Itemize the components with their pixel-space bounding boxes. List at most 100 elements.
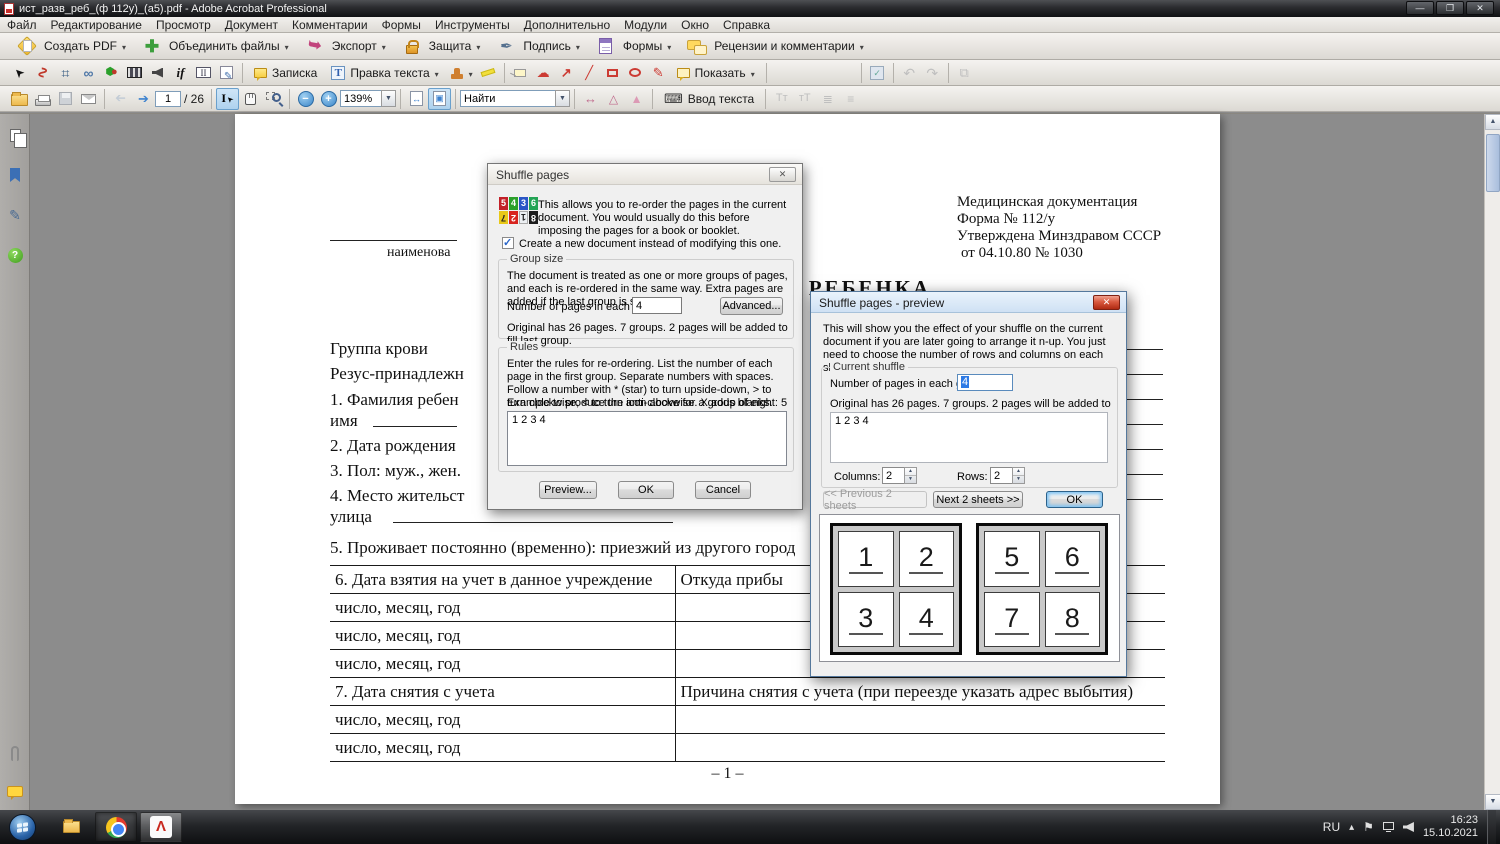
columns-input[interactable]	[882, 467, 905, 484]
language-indicator[interactable]: RU	[1323, 820, 1340, 834]
start-button[interactable]	[9, 813, 36, 841]
pages-per-group-input[interactable]	[632, 297, 682, 314]
receive-review-button[interactable]: ↷	[921, 62, 944, 84]
minimize-button[interactable]: —	[1406, 1, 1434, 15]
line-spacing-button[interactable]: ≣	[816, 88, 839, 110]
pencil-tool[interactable]: ✎	[647, 62, 670, 84]
hand-tool[interactable]	[239, 88, 262, 110]
callout-tool[interactable]	[509, 62, 532, 84]
select-tool[interactable]: I ➤	[216, 87, 240, 110]
stamp-tool[interactable]	[446, 62, 469, 84]
preview-button[interactable]: Preview...	[539, 481, 597, 499]
movie-tool[interactable]	[123, 62, 146, 84]
spell-check-button[interactable]: ✓	[866, 62, 889, 84]
menu-help[interactable]: Справка	[716, 18, 777, 32]
attachments-panel-button[interactable]	[6, 744, 24, 762]
touchup-object-tool[interactable]: ✎	[215, 62, 238, 84]
copy-pages-button[interactable]: ⧉	[953, 62, 976, 84]
typewriter-tool[interactable]: ⌨ Ввод текста	[657, 90, 761, 108]
line-tool[interactable]: ╱	[578, 62, 601, 84]
advanced-button[interactable]: Advanced...	[720, 297, 783, 315]
page-number-input[interactable]	[155, 90, 181, 107]
highlight-tool[interactable]	[477, 62, 500, 84]
select-object-tool[interactable]: ➤	[8, 62, 31, 84]
zoom-out-button[interactable]: −	[294, 88, 317, 110]
fit-width-button[interactable]: ↔	[405, 88, 428, 110]
sticky-note-tool[interactable]: Записка	[247, 64, 324, 82]
restore-button[interactable]: ❐	[1436, 1, 1464, 15]
dropdown-arrow-icon[interactable]: ▼	[381, 90, 397, 107]
taskbar-explorer-button[interactable]	[50, 812, 92, 842]
link-tool[interactable]: ∞	[77, 62, 100, 84]
menu-advanced[interactable]: Дополнительно	[517, 18, 617, 32]
scroll-up-button[interactable]: ▲	[1485, 114, 1500, 130]
dropdown-arrow-icon[interactable]: ▼	[555, 90, 571, 107]
sound-tool[interactable]	[146, 62, 169, 84]
taskbar-acrobat-button[interactable]: Λ	[140, 812, 182, 842]
menu-forms[interactable]: Формы	[375, 18, 428, 32]
rows-spinner[interactable]: ▲ ▼	[1012, 467, 1025, 484]
pages-panel-button[interactable]	[6, 126, 27, 148]
find-input[interactable]	[460, 90, 557, 107]
dialog-close-button[interactable]: ✕	[1093, 295, 1120, 310]
paragraph-spacing-button[interactable]: ≡	[839, 88, 862, 110]
zoom-level-combo[interactable]: ▼	[340, 90, 397, 107]
fit-page-button[interactable]: ▣	[428, 87, 452, 110]
rectangle-tool[interactable]	[601, 62, 624, 84]
decrease-text-size-button[interactable]: Tт	[770, 88, 793, 110]
columns-spinner[interactable]: ▲ ▼	[904, 467, 917, 484]
area-tool[interactable]: ▲	[625, 88, 648, 110]
menu-window[interactable]: Окно	[674, 18, 716, 32]
show-comments-button[interactable]: Показать	[670, 64, 762, 82]
new-document-checkbox[interactable]	[502, 236, 514, 249]
touchup-text-tool[interactable]: if	[169, 62, 192, 84]
network-icon[interactable]	[1382, 822, 1394, 832]
bookmarks-panel-button[interactable]	[6, 166, 24, 184]
menu-document[interactable]: Документ	[218, 18, 285, 32]
secure-button[interactable]: Защита	[393, 33, 488, 59]
review-comment-button[interactable]: Рецензии и комментарии	[678, 33, 870, 59]
save-button[interactable]	[54, 88, 77, 110]
close-button[interactable]: ✕	[1466, 1, 1494, 15]
taskbar-chrome-button[interactable]	[95, 812, 137, 842]
zoom-level-input[interactable]	[340, 90, 383, 107]
zoom-in-button[interactable]: +	[317, 88, 340, 110]
signatures-panel-button[interactable]: ✎	[6, 206, 24, 224]
increase-text-size-button[interactable]: тТ	[793, 88, 816, 110]
menu-edit[interactable]: Редактирование	[44, 18, 149, 32]
email-button[interactable]	[77, 88, 100, 110]
forms-button[interactable]: Формы	[587, 33, 678, 59]
create-pdf-button[interactable]: Создать PDF	[8, 33, 133, 59]
rows-input[interactable]	[990, 467, 1013, 484]
show-desktop-button[interactable]	[1487, 810, 1496, 844]
howto-panel-button[interactable]: ?	[6, 246, 24, 264]
previous-view-button[interactable]: ➔	[109, 88, 132, 110]
crop-tool[interactable]: ⌗	[54, 62, 77, 84]
textbox-tool[interactable]: II	[192, 62, 215, 84]
menu-view[interactable]: Просмотр	[149, 18, 218, 32]
cloud-tool[interactable]: ☁	[532, 62, 555, 84]
menu-plugins[interactable]: Модули	[617, 18, 674, 32]
sign-button[interactable]: ✒ Подпись	[487, 33, 587, 59]
export-button[interactable]: ➥ Экспорт	[296, 33, 393, 59]
rules-input[interactable]: 1 2 3 4	[507, 411, 787, 466]
combine-files-button[interactable]: ✚ Объединить файлы	[133, 33, 296, 59]
arrow-tool[interactable]: ↗	[555, 62, 578, 84]
pages-per-group-input[interactable]: 4	[957, 374, 1013, 391]
oval-tool[interactable]	[624, 62, 647, 84]
perimeter-tool[interactable]: △	[602, 88, 625, 110]
dialog-title-bar[interactable]: Shuffle pages - preview ✕	[811, 292, 1126, 313]
distance-tool[interactable]: ↔	[579, 88, 602, 110]
cancel-button[interactable]: Cancel	[695, 481, 751, 499]
3d-tool[interactable]: ⬢●	[100, 62, 123, 84]
comments-panel-button[interactable]	[6, 782, 24, 800]
ok-button[interactable]: OK	[618, 481, 674, 499]
clock[interactable]: 16:23 15.10.2021	[1423, 814, 1478, 840]
ok-button[interactable]: OK	[1046, 491, 1103, 508]
menu-file[interactable]: Файл	[0, 18, 44, 32]
hidden-icons-arrow-icon[interactable]: ▴	[1349, 822, 1354, 833]
article-tool[interactable]: ∿	[31, 62, 54, 84]
text-edits-tool[interactable]: T Правка текста	[324, 64, 445, 82]
next-view-button[interactable]: ➔	[132, 88, 155, 110]
find-combo[interactable]: ▼	[460, 90, 571, 107]
